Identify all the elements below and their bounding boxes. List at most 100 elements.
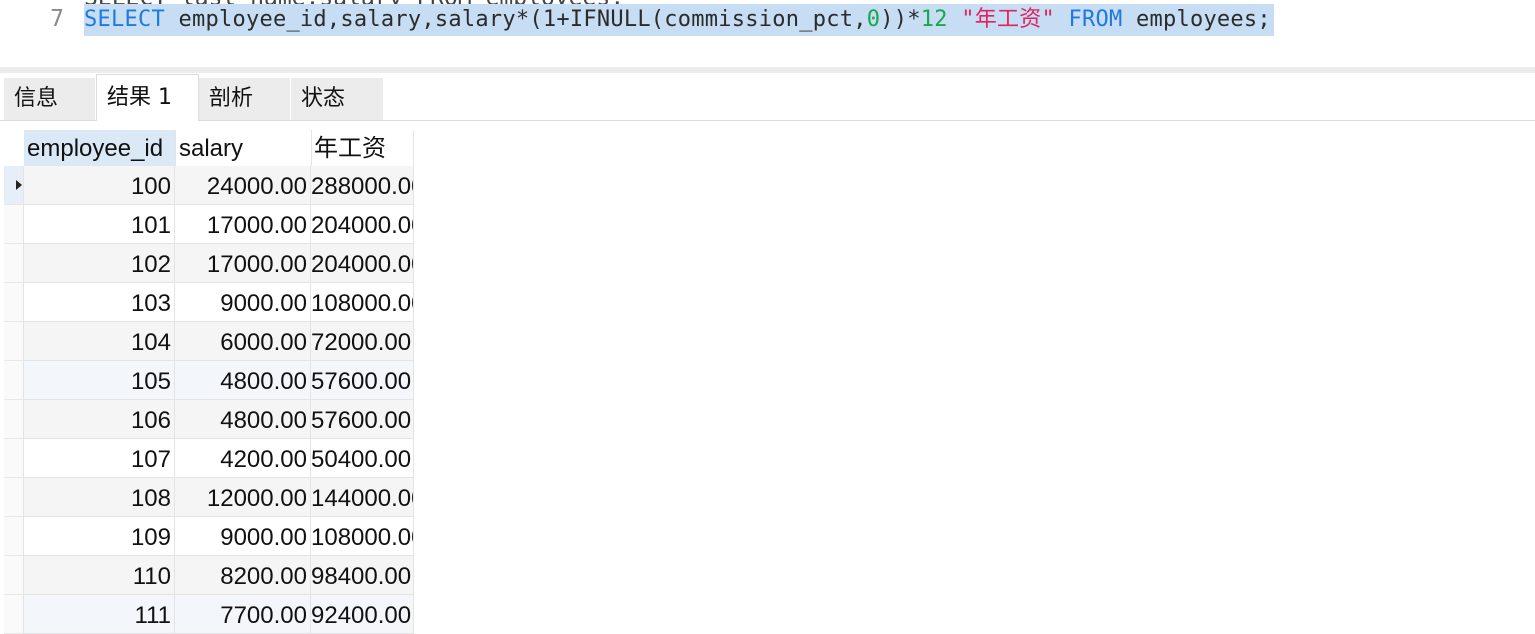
- tab-result-1[interactable]: 结果 1: [96, 74, 199, 121]
- row-selector[interactable]: [4, 205, 24, 244]
- column-header-annual-salary[interactable]: 年工资: [311, 130, 414, 166]
- cell-annual-salary[interactable]: 204000.00: [311, 205, 414, 244]
- cell-value: 110: [132, 563, 171, 590]
- cell-value: 4200.00: [220, 446, 307, 473]
- cell-employee-id[interactable]: 111: [24, 595, 175, 634]
- cell-value: 9000.00: [220, 524, 307, 551]
- cell-salary[interactable]: 9000.00: [175, 517, 311, 556]
- table-row[interactable]: 110 8200.00 98400.00: [24, 556, 414, 595]
- cell-value: 24000.00: [206, 173, 307, 200]
- cell-value: 105: [130, 368, 171, 395]
- cell-employee-id[interactable]: 109: [24, 517, 175, 556]
- cell-salary[interactable]: 6000.00: [175, 322, 311, 361]
- table-row[interactable]: 104 6000.00 72000.00: [24, 322, 414, 361]
- current-row-arrow-icon: [16, 180, 22, 190]
- row-selector[interactable]: [4, 166, 24, 205]
- table-row[interactable]: 109 9000.00 108000.00: [24, 517, 414, 556]
- cell-value: 204000.00: [311, 251, 414, 278]
- cell-value: 111: [134, 602, 171, 629]
- cell-annual-salary[interactable]: 98400.00: [311, 556, 414, 595]
- cell-annual-salary[interactable]: 108000.00: [311, 283, 414, 322]
- cell-employee-id[interactable]: 105: [24, 361, 175, 400]
- cell-salary[interactable]: 9000.00: [175, 283, 311, 322]
- row-selector[interactable]: [4, 595, 24, 634]
- cell-value: 57600.00: [311, 407, 412, 434]
- cell-value: 108: [130, 485, 171, 512]
- table-row[interactable]: 107 4200.00 50400.00: [24, 439, 414, 478]
- column-header-employee-id[interactable]: employee_id: [24, 130, 175, 166]
- cell-salary[interactable]: 4800.00: [175, 400, 311, 439]
- row-selector[interactable]: [4, 439, 24, 478]
- row-selector[interactable]: [4, 283, 24, 322]
- cell-salary[interactable]: 4200.00: [175, 439, 311, 478]
- cell-annual-salary[interactable]: 72000.00: [311, 322, 414, 361]
- row-selector[interactable]: [4, 322, 24, 361]
- row-selector[interactable]: [4, 478, 24, 517]
- table-row[interactable]: 108 12000.00 144000.00: [24, 478, 414, 517]
- cell-annual-salary[interactable]: 92400.00: [311, 595, 414, 634]
- cell-value: 106: [130, 407, 171, 434]
- cell-annual-salary[interactable]: 108000.00: [311, 517, 414, 556]
- table-row[interactable]: 102 17000.00 204000.00: [24, 244, 414, 283]
- code-token: employee_id,salary,salary*(1+IFNULL(comm…: [164, 7, 867, 32]
- cell-employee-id[interactable]: 107: [24, 439, 175, 478]
- cell-value: 7700.00: [220, 602, 307, 629]
- cell-employee-id[interactable]: 102: [24, 244, 175, 283]
- cell-value: 204000.00: [311, 212, 414, 239]
- cell-annual-salary[interactable]: 144000.00: [311, 478, 414, 517]
- cell-value: 12000.00: [206, 485, 307, 512]
- cell-employee-id[interactable]: 104: [24, 322, 175, 361]
- sql-editor[interactable]: SELECT last_name,salary FROM employees; …: [0, 0, 1535, 70]
- cell-employee-id[interactable]: 110: [24, 556, 175, 595]
- table-row[interactable]: 111 7700.00 92400.00: [24, 595, 414, 634]
- code-token: ))*: [880, 7, 921, 32]
- cell-value: 101: [130, 212, 171, 239]
- cell-value: 17000.00: [206, 212, 307, 239]
- cell-employee-id[interactable]: 100: [24, 166, 175, 205]
- cell-value: 100: [130, 173, 171, 200]
- column-header-salary[interactable]: salary: [175, 130, 311, 166]
- row-selector[interactable]: [4, 361, 24, 400]
- tab-profile[interactable]: 剖析: [199, 78, 291, 120]
- cell-value: 17000.00: [206, 251, 307, 278]
- cell-value: 4800.00: [220, 407, 307, 434]
- code-token: 12: [920, 7, 948, 32]
- row-selector[interactable]: [4, 556, 24, 595]
- cell-value: 104: [130, 329, 171, 356]
- tab-info[interactable]: 信息: [4, 78, 96, 120]
- table-row[interactable]: 100 24000.00 288000.00: [24, 166, 414, 205]
- row-selector[interactable]: [4, 517, 24, 556]
- tab-status[interactable]: 状态: [291, 78, 384, 120]
- table-row[interactable]: 103 9000.00 108000.00: [24, 283, 414, 322]
- table-row[interactable]: 105 4800.00 57600.00: [24, 361, 414, 400]
- cell-value: 8200.00: [220, 563, 307, 590]
- cell-value: 108000.00: [311, 524, 414, 551]
- cell-value: 98400.00: [311, 563, 412, 590]
- table-row[interactable]: 101 17000.00 204000.00: [24, 205, 414, 244]
- cell-salary[interactable]: 4800.00: [175, 361, 311, 400]
- cell-value: 144000.00: [311, 485, 414, 512]
- cell-annual-salary[interactable]: 57600.00: [311, 400, 414, 439]
- cell-annual-salary[interactable]: 204000.00: [311, 244, 414, 283]
- cell-employee-id[interactable]: 103: [24, 283, 175, 322]
- cell-salary[interactable]: 17000.00: [175, 205, 311, 244]
- cell-salary[interactable]: 8200.00: [175, 556, 311, 595]
- cell-employee-id[interactable]: 101: [24, 205, 175, 244]
- cell-annual-salary[interactable]: 57600.00: [311, 361, 414, 400]
- cell-salary[interactable]: 17000.00: [175, 244, 311, 283]
- cell-annual-salary[interactable]: 50400.00: [311, 439, 414, 478]
- cell-annual-salary[interactable]: 288000.00: [311, 166, 414, 205]
- table-row[interactable]: 106 4800.00 57600.00: [24, 400, 414, 439]
- cell-value: 103: [130, 290, 171, 317]
- row-selector[interactable]: [4, 400, 24, 439]
- row-selector[interactable]: [4, 244, 24, 283]
- cell-salary[interactable]: 12000.00: [175, 478, 311, 517]
- cell-value: 72000.00: [311, 329, 412, 356]
- cell-employee-id[interactable]: 106: [24, 400, 175, 439]
- cell-employee-id[interactable]: 108: [24, 478, 175, 517]
- cell-salary[interactable]: 24000.00: [175, 166, 311, 205]
- code-line-selected[interactable]: SELECT employee_id,salary,salary*(1+IFNU…: [84, 4, 1274, 36]
- cell-salary[interactable]: 7700.00: [175, 595, 311, 634]
